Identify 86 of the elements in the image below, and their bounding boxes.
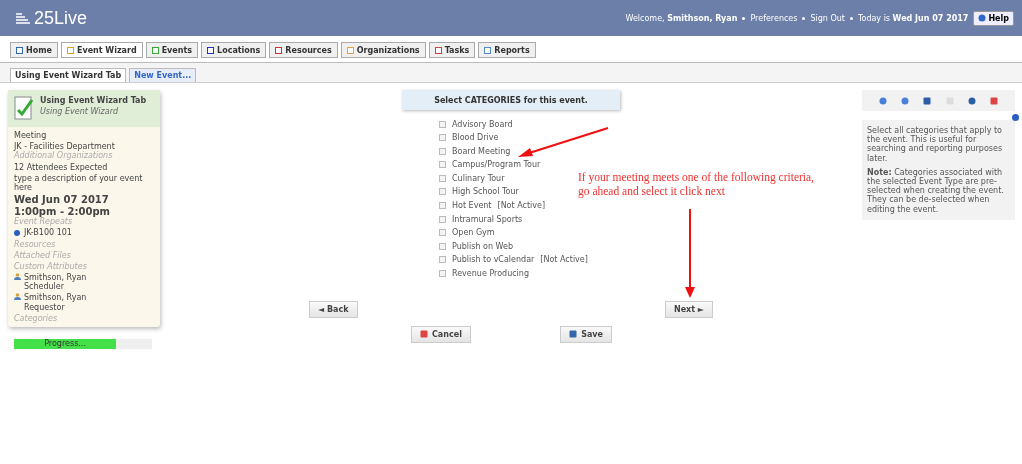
logo-icon	[16, 12, 30, 24]
category-checkbox[interactable]	[439, 256, 446, 264]
category-checkbox[interactable]	[439, 161, 446, 169]
event-date: Wed Jun 07 2017	[14, 194, 110, 206]
help-button[interactable]: Help	[973, 10, 1014, 26]
today-text: Today is Wed Jun 07 2017	[857, 13, 969, 23]
nav-tab[interactable]: Events	[145, 42, 199, 58]
category-checkbox[interactable]	[439, 269, 446, 277]
save-button[interactable]: Save	[560, 325, 612, 343]
location-name: JK-B100 101	[24, 228, 72, 238]
step-title: Select CATEGORIES for this event.	[402, 90, 620, 110]
additional-organizations: Additional Organizations	[14, 151, 113, 161]
nav-tab[interactable]: Event Wizard	[60, 42, 143, 58]
help-text: Select all categories that apply to the event. This is useful for searching and reporting purposes later.	[867, 126, 1004, 163]
info-icon	[1012, 114, 1019, 121]
nav-tab[interactable]: Reports	[478, 42, 536, 58]
cancel-button[interactable]: Cancel	[411, 325, 471, 343]
nav-tab[interactable]: Resources	[269, 42, 338, 58]
contact-name: Smithson, Ryan	[24, 273, 87, 283]
person-icon	[14, 273, 21, 281]
sub-tab[interactable]: New Event...	[129, 68, 197, 82]
category-checkbox[interactable]	[439, 147, 446, 155]
logo-text: 25Live	[34, 7, 88, 29]
person-icon	[14, 293, 21, 301]
nav-tab[interactable]: Home	[10, 42, 58, 58]
contact-name: Smithson, Ryan	[24, 293, 87, 303]
custom-attributes-label: Custom Attributes	[14, 261, 88, 272]
tab-icon	[434, 46, 442, 54]
next-button[interactable]: Next ►	[664, 300, 713, 318]
contact-role: Requestor	[24, 302, 66, 312]
bullet-icon	[742, 16, 746, 20]
edit-document-icon	[14, 96, 34, 120]
resources-label: Resources	[14, 239, 57, 249]
category-checkbox[interactable]	[439, 202, 446, 210]
category-label: High School Tour	[452, 187, 519, 197]
tab-icon	[207, 46, 215, 54]
back-button[interactable]: ◄ Back	[309, 300, 358, 318]
tab-icon	[275, 46, 283, 54]
category-label: Culinary Tour	[452, 173, 505, 183]
attendees: 12 Attendees Expected	[14, 162, 109, 172]
event-type: Meeting	[14, 131, 48, 141]
category-checkbox[interactable]	[439, 120, 446, 128]
tab-icon	[484, 46, 492, 54]
annotation-text: If your meeting meets one of the following criteria, go ahead and select it click next	[578, 170, 815, 198]
contact-role: Scheduler	[24, 282, 66, 292]
category-label: Publish to vCalendar	[452, 255, 535, 265]
category-label: Hot Event	[452, 201, 492, 211]
description: type a description of your event here	[14, 173, 144, 193]
categories-label: Categories	[14, 313, 59, 323]
category-label: Open Gym	[452, 228, 495, 238]
card-title: Using Event Wizard Tab	[40, 96, 147, 106]
bullet-icon	[849, 16, 853, 20]
category-checkbox[interactable]	[439, 215, 446, 223]
category-checkbox[interactable]	[439, 229, 446, 237]
category-label: Publish on Web	[452, 241, 513, 251]
progress-label: Progress...	[44, 339, 86, 349]
card-subtitle: Using Event Wizard	[40, 107, 119, 117]
not-active-note: [Not Active]	[540, 255, 588, 265]
category-checkbox[interactable]	[439, 188, 446, 196]
category-label: Board Meeting	[452, 146, 511, 156]
category-label: Intramural Sports	[452, 214, 523, 224]
tab-icon	[66, 46, 74, 54]
tab-icon	[16, 46, 23, 54]
bullet-icon	[802, 16, 806, 20]
category-label: Advisory Board	[452, 119, 513, 129]
tab-icon	[151, 46, 159, 54]
nav-tab[interactable]: Tasks	[428, 42, 476, 58]
category-label: Blood Drive	[452, 133, 499, 143]
nav-tab[interactable]: Locations	[201, 42, 267, 58]
header-link[interactable]: Preferences	[750, 13, 798, 23]
header-link[interactable]: Sign Out	[810, 13, 845, 23]
event-repeats: Event Repeats	[14, 217, 74, 227]
category-label: Revenue Producing	[452, 268, 529, 278]
category-checkbox[interactable]	[439, 174, 446, 182]
nav-tab[interactable]: Organizations	[340, 42, 426, 58]
help-note: Note: Categories associated with the selected Event Type are pre-selected when creating the event. They can be de-selected when editing the event.	[867, 167, 1005, 214]
category-checkbox[interactable]	[439, 242, 446, 250]
attached-files-label: Attached Files	[14, 250, 72, 260]
category-checkbox[interactable]	[439, 134, 446, 142]
category-label: Campus/Program Tour	[452, 160, 541, 170]
organization: JK - Facilities Department	[14, 142, 116, 152]
tab-icon	[346, 46, 354, 54]
sub-tab[interactable]: Using Event Wizard Tab	[10, 68, 127, 82]
not-active-note: [Not Active]	[497, 201, 546, 211]
event-time: 1:00pm - 2:00pm	[14, 205, 111, 218]
welcome-text: Welcome, Smithson, Ryan	[625, 13, 738, 23]
